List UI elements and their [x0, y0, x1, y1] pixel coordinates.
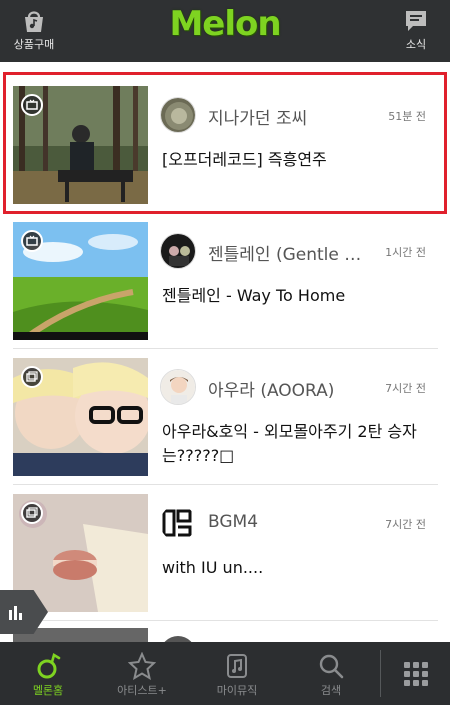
nav-search[interactable]: 검색: [291, 642, 371, 705]
nav-artist-plus[interactable]: 아티스트+: [102, 642, 182, 705]
news-speech-icon: [406, 11, 426, 31]
bottom-nav: 멜론홈 아티스트+ 마이뮤직 검색: [0, 642, 450, 705]
nav-label: 멜론홈: [32, 684, 64, 697]
equalizer-icon: [9, 606, 22, 620]
post-time: 7시간 전: [385, 518, 426, 531]
bgm4-logo-avatar[interactable]: [160, 505, 196, 541]
top-bar: 상품구매 Melon 소식: [0, 0, 450, 62]
post-title[interactable]: 젠틀레인 - Way To Home: [162, 284, 432, 308]
melon-home-icon: [37, 653, 61, 679]
grid-menu-icon: [404, 662, 428, 686]
nav-menu[interactable]: [376, 642, 450, 705]
search-icon: [319, 654, 344, 679]
avatar[interactable]: [160, 369, 196, 405]
feed-item[interactable]: BGM4 7시간 전 with IU un....: [0, 470, 450, 612]
feed-item[interactable]: 젠틀레인 (Gentle … 1시간 전 젠틀레인 - Way To Home: [0, 198, 450, 340]
feed-list: 지나가던 조씨 51분 전 [오프더레코드] 즉흥연주 젠틀레인 (Gentle…: [0, 62, 450, 642]
video-icon: [21, 230, 43, 252]
album-icon: [21, 366, 43, 388]
selected-item-highlight: [3, 72, 447, 214]
nav-melon-home[interactable]: 멜론홈: [8, 642, 88, 705]
feed-item[interactable]: 아우라 (AOORA) 7시간 전 아우라&호익 - 외모몰아주기 2탄 승자는…: [0, 334, 450, 476]
album-icon: [21, 502, 43, 524]
shopping-bag-icon: [25, 11, 43, 32]
author-name[interactable]: 젠틀레인 (Gentle …: [208, 240, 361, 265]
post-time: 1시간 전: [385, 246, 426, 259]
melon-logo[interactable]: Melon: [169, 4, 281, 44]
divider: [13, 620, 438, 621]
nav-label: 아티스트+: [117, 684, 167, 697]
post-title[interactable]: with IU un....: [162, 556, 432, 580]
nav-label: 검색: [320, 684, 342, 697]
post-title[interactable]: 아우라&호익 - 외모몰아주기 2탄 승자는?????□: [162, 420, 432, 468]
star-icon: [128, 652, 156, 680]
news-button[interactable]: 소식: [386, 6, 446, 56]
author-name[interactable]: 아우라 (AOORA): [208, 376, 334, 401]
shop-label: 상품구매: [13, 38, 55, 51]
news-label: 소식: [405, 38, 427, 51]
video-thumbnail[interactable]: [13, 222, 148, 340]
album-thumbnail[interactable]: [13, 358, 148, 476]
author-name[interactable]: BGM4: [208, 512, 258, 532]
post-time: 7시간 전: [385, 382, 426, 395]
shop-button[interactable]: 상품구매: [4, 6, 64, 56]
avatar[interactable]: [160, 233, 196, 269]
nav-my-music[interactable]: 마이뮤직: [197, 642, 277, 705]
music-note-icon: [227, 654, 247, 678]
nav-label: 마이뮤직: [216, 684, 258, 697]
